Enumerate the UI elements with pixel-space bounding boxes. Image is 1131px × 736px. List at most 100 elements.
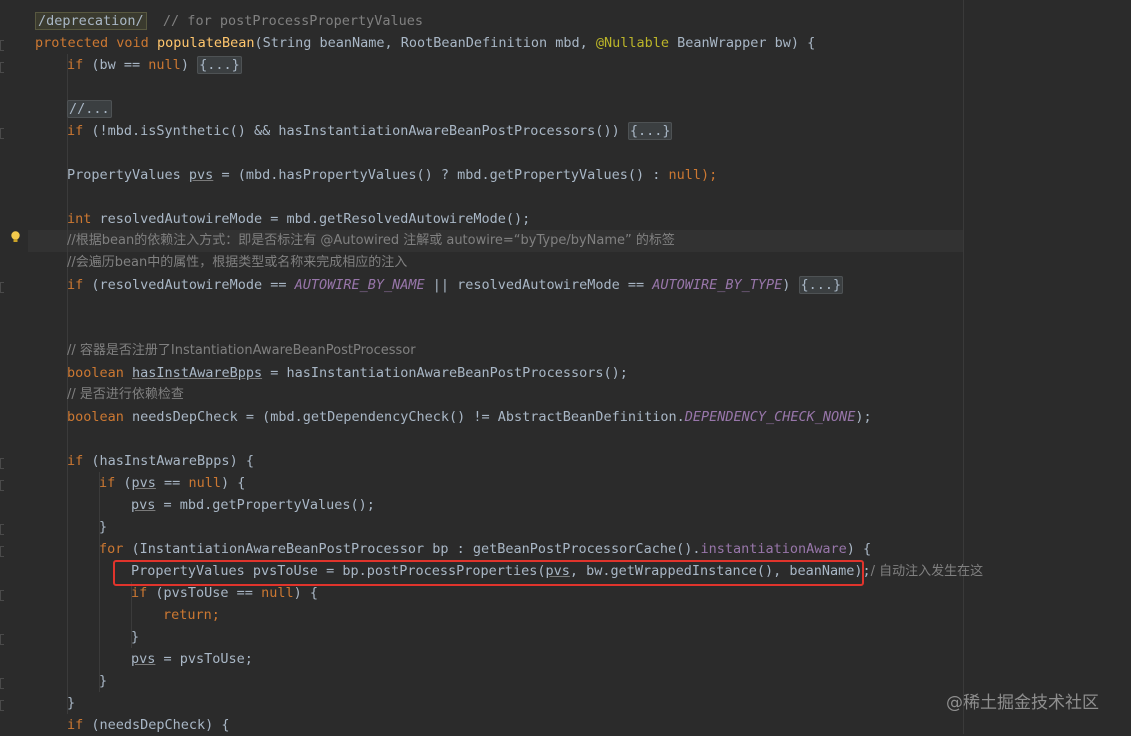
code-line[interactable]: PropertyValues pvs = (mbd.hasPropertyVal… — [67, 164, 717, 186]
code-text: (!mbd.isSynthetic() && hasInstantiationA… — [83, 123, 628, 139]
code-text: == — [155, 475, 189, 491]
code-text: ) { — [293, 585, 318, 601]
code-line[interactable]: } — [67, 692, 75, 714]
right-margin-guide — [963, 0, 964, 734]
keyword: return — [163, 607, 212, 623]
code-text: (InstantiationAwareBeanPostProcessor bp … — [123, 541, 701, 557]
code-text: ; — [211, 607, 220, 623]
code-line[interactable]: if (pvs == null) { — [99, 472, 245, 494]
code-comment[interactable]: //根据bean的依赖注入方式：即是否标注有 @Autowired 注解或 au… — [67, 230, 675, 252]
code-line[interactable]: if (resolvedAutowireMode == AUTOWIRE_BY_… — [67, 274, 844, 296]
fold-marker[interactable] — [0, 634, 4, 645]
variable: pvs — [188, 167, 214, 183]
fold-marker[interactable] — [0, 40, 4, 51]
fold-marker[interactable] — [0, 590, 4, 601]
code-line[interactable]: } — [99, 670, 107, 692]
keyword: if — [67, 277, 84, 293]
code-text: (pvsToUse == — [147, 585, 262, 601]
keyword: null — [668, 167, 701, 183]
deprecation-tag: /deprecation/ — [35, 12, 147, 30]
fold-marker[interactable] — [0, 128, 4, 139]
keyword: boolean — [67, 409, 124, 425]
code-text: ) { — [846, 541, 872, 557]
code-comment[interactable]: //会遍历bean中的属性，根据类型或名称来完成相应的注入 — [67, 252, 407, 274]
code-line[interactable]: /deprecation/ // for postProcessProperty… — [35, 10, 423, 32]
code-text: = pvsToUse; — [155, 651, 253, 667]
fold-marker[interactable] — [0, 546, 4, 557]
keyword: if — [67, 57, 84, 73]
folded-comment[interactable]: //... — [67, 100, 112, 118]
code-editor[interactable]: /deprecation/ // for postProcessProperty… — [0, 0, 1131, 734]
keyword: protected — [35, 35, 109, 51]
variable: pvs — [131, 497, 156, 513]
variable: pvs — [131, 651, 156, 667]
code-line[interactable]: if (bw == null) {...} — [67, 54, 242, 76]
lightbulb-icon[interactable] — [10, 231, 21, 243]
indent-guide — [99, 472, 100, 692]
code-text: PropertyValues — [67, 167, 189, 183]
fold-marker[interactable] — [0, 524, 4, 535]
code-comment[interactable]: // 容器是否注册了InstantiationAwareBeanPostProc… — [67, 340, 416, 362]
code-text: (String beanName, RootBeanDefinition mbd… — [254, 35, 596, 51]
keyword: null — [148, 57, 181, 73]
code-text: (resolvedAutowireMode == — [83, 277, 295, 293]
watermark: @稀土掘金技术社区 — [946, 693, 1099, 713]
code-text: = mbd.getPropertyValues(); — [155, 497, 375, 513]
code-text: (needsDepCheck) { — [83, 717, 230, 733]
code-line[interactable]: } — [99, 516, 107, 538]
code-text: = (mbd.hasPropertyValues() ? mbd.getProp… — [213, 167, 669, 183]
code-line[interactable]: return; — [163, 604, 220, 626]
variable: hasInstAwareBpps — [132, 365, 263, 381]
code-line[interactable]: protected void populateBean(String beanN… — [35, 32, 815, 54]
folded-region[interactable]: {...} — [798, 276, 844, 294]
code-text: = hasInstantiationAwareBeanPostProcessor… — [262, 365, 628, 381]
fold-marker[interactable] — [0, 62, 4, 73]
constant: AUTOWIRE_BY_NAME — [294, 277, 425, 293]
code-text: BeanWrapper bw) { — [669, 35, 816, 51]
code-text: ) — [782, 277, 799, 293]
code-comment: / 自动注入发生在这 — [870, 564, 984, 579]
code-line[interactable]: boolean hasInstAwareBpps = hasInstantiat… — [67, 362, 628, 384]
fold-marker[interactable] — [0, 458, 4, 469]
code-text: ) { — [220, 475, 246, 491]
code-line[interactable]: pvs = mbd.getPropertyValues(); — [131, 494, 375, 516]
folded-region[interactable]: {...} — [627, 122, 673, 140]
keyword: if — [67, 123, 84, 139]
keyword: if — [67, 717, 84, 733]
constant: AUTOWIRE_BY_TYPE — [652, 277, 783, 293]
folded-region[interactable]: {...} — [197, 56, 242, 74]
code-line[interactable]: int resolvedAutowireMode = mbd.getResolv… — [67, 208, 530, 230]
code-line[interactable]: } — [131, 626, 139, 648]
field: instantiationAware — [700, 541, 847, 557]
fold-marker[interactable] — [0, 282, 4, 293]
code-text: resolvedAutowireMode = mbd.getResolvedAu… — [91, 211, 531, 227]
code-line[interactable]: if (needsDepCheck) { — [67, 714, 230, 736]
code-comment: // for postProcessPropertyValues — [146, 13, 424, 29]
keyword: int — [67, 211, 92, 227]
code-line[interactable]: if (!mbd.isSynthetic() && hasInstantiati… — [67, 120, 673, 142]
fold-marker[interactable] — [0, 700, 4, 711]
code-text: (hasInstAwareBpps) { — [83, 453, 254, 469]
constant: DEPENDENCY_CHECK_NONE — [684, 409, 856, 425]
code-line[interactable]: //... — [67, 98, 112, 120]
keyword: boolean — [67, 365, 124, 381]
code-line[interactable]: if (hasInstAwareBpps) { — [67, 450, 254, 472]
keyword: if — [67, 453, 84, 469]
code-text: (bw == — [83, 57, 149, 73]
code-text: ); — [855, 409, 872, 425]
code-line[interactable]: boolean needsDepCheck = (mbd.getDependen… — [67, 406, 872, 428]
keyword: null — [261, 585, 294, 601]
code-comment[interactable]: // 是否进行依赖检查 — [67, 384, 184, 406]
annotation: @Nullable — [595, 35, 670, 51]
code-line[interactable]: if (pvsToUse == null) { — [131, 582, 318, 604]
code-text: ) — [180, 57, 198, 73]
code-text: || resolvedAutowireMode == — [424, 277, 653, 293]
fold-marker[interactable] — [0, 678, 4, 689]
code-line[interactable]: for (InstantiationAwareBeanPostProcessor… — [99, 538, 871, 560]
code-text: needsDepCheck = (mbd.getDependencyCheck(… — [123, 409, 685, 425]
code-line[interactable]: pvs = pvsToUse; — [131, 648, 253, 670]
variable: pvs — [131, 475, 156, 491]
fold-marker[interactable] — [0, 480, 4, 491]
method-name: populateBean — [156, 35, 255, 51]
